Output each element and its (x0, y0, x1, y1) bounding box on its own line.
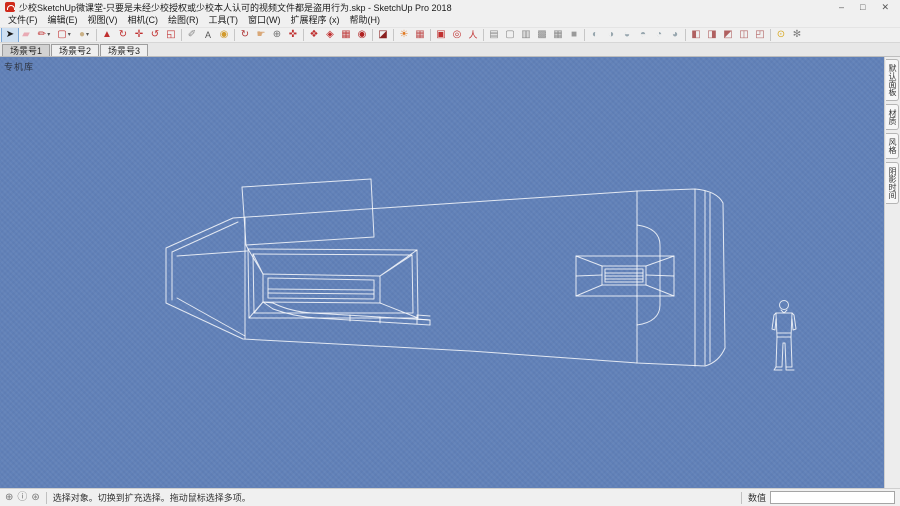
shadows-icon[interactable]: ☀ (396, 28, 412, 42)
share-model-icon[interactable]: ◨ (704, 28, 720, 42)
walk-tool-icon[interactable]: 人 (465, 28, 481, 42)
hangar-opening[interactable] (247, 248, 419, 319)
monochrome-style-icon[interactable]: ■ (566, 28, 582, 42)
menu-item[interactable]: 绘图(R) (163, 14, 204, 27)
close-button[interactable]: ✕ (881, 1, 889, 13)
section-plane-icon[interactable]: ◪ (375, 28, 391, 42)
paint-bucket-tool-icon[interactable]: ◉ (216, 28, 232, 42)
orbit-tool-icon[interactable]: ↻ (237, 28, 253, 42)
toggle-terrain-icon[interactable]: ◑ (603, 28, 619, 42)
make-component-icon[interactable]: ❖ (306, 28, 322, 42)
interact-tool-icon[interactable]: ◉ (354, 28, 370, 42)
sketchup-logo-icon (5, 2, 15, 12)
sketchup-window: 少校SketchUp微课堂-只要是未经少校授权或少校本人认可的视频文件都是盗用行… (0, 0, 900, 506)
status-separator (45, 491, 47, 504)
style-builder-icon[interactable]: ◰ (752, 28, 768, 42)
extension-warehouse-icon[interactable]: ◩ (720, 28, 736, 42)
roof-panel[interactable] (241, 178, 375, 250)
textured-style-icon[interactable]: ▦ (550, 28, 566, 42)
menu-item[interactable]: 窗口(W) (243, 14, 286, 27)
follow-me-tool-icon[interactable]: ↻ (115, 28, 131, 42)
hull-outline[interactable] (165, 188, 726, 367)
shaded-style-icon[interactable]: ▩ (534, 28, 550, 42)
credits-icon[interactable]: ⓘ (17, 490, 27, 506)
status-message: 选择对象。切换到扩充选择。拖动鼠标选择多项。 (52, 493, 251, 503)
scale-tool-icon[interactable]: ◱ (163, 28, 179, 42)
dimension-tool-icon[interactable]: A (200, 28, 216, 42)
move-tool-icon[interactable]: ✛ (131, 28, 147, 42)
panel-tab[interactable]: 默认面板 (886, 59, 899, 101)
title-bar: 少校SketchUp微课堂-只要是未经少校授权或少校本人认可的视频文件都是盗用行… (0, 0, 900, 14)
status-separator (740, 491, 742, 504)
tunnel-opening[interactable] (575, 255, 675, 297)
rotate-tool-icon[interactable]: ↺ (147, 28, 163, 42)
add-location-icon[interactable]: ◐ (587, 28, 603, 42)
window-title: 少校SketchUp微课堂-只要是未经少校授权或少校本人认可的视频文件都是盗用行… (19, 2, 452, 13)
push-pull-tool-icon[interactable]: ▲ (99, 28, 115, 42)
measurements-input[interactable] (770, 491, 895, 504)
photo-textures-icon[interactable]: ◒ (619, 28, 635, 42)
model-viewport[interactable]: 专机库 (0, 57, 884, 488)
layout-icon[interactable]: ◫ (736, 28, 752, 42)
menu-item[interactable]: 帮助(H) (345, 14, 386, 27)
scene-tab[interactable]: 场景号2 (51, 44, 100, 56)
minimize-button[interactable]: – (839, 1, 844, 13)
tape-measure-tool-icon[interactable]: ✐ (184, 28, 200, 42)
toolbar: ➤ ▰ ✏ ▢ ● ▲ ↻ ✛ ↺ ◱ ✐ A ◉ (0, 27, 900, 43)
help-icon[interactable]: ⊛ (31, 490, 39, 506)
select-tool-icon[interactable]: ➤ (1, 28, 19, 42)
menu-item[interactable]: 相机(C) (123, 14, 164, 27)
circle-tool-icon[interactable]: ● (74, 28, 94, 42)
wireframe-style-icon[interactable]: ▢ (502, 28, 518, 42)
menu-bar: 文件(F) 编辑(E) 视图(V) 相机(C) 绘图(R) 工具(T) 窗口(W… (0, 14, 900, 27)
zoom-tool-icon[interactable]: ⊕ (269, 28, 285, 42)
menu-item[interactable]: 扩展程序 (x) (286, 14, 345, 27)
line-tool-icon[interactable]: ✏ (34, 28, 54, 42)
geolocation-icon[interactable]: ⊕ (5, 490, 13, 506)
fog-icon[interactable]: ▦ (412, 28, 428, 42)
look-around-icon[interactable]: ◎ (449, 28, 465, 42)
hidden-line-style-icon[interactable]: ▥ (518, 28, 534, 42)
scene-tab[interactable]: 场景号1 (2, 44, 51, 56)
panel-tab[interactable]: 风格 (886, 133, 899, 159)
wireframe-model[interactable] (0, 57, 884, 488)
preferences-icon[interactable]: ✻ (789, 28, 805, 42)
xray-style-icon[interactable]: ▤ (486, 28, 502, 42)
menu-item[interactable]: 工具(T) (204, 14, 244, 27)
panel-tab-strip: 默认面板 材质 风格 阴影时间 (884, 57, 900, 488)
status-bar: ⊕ ⓘ ⊛ 选择对象。切换到扩充选择。拖动鼠标选择多项。 数值 (0, 488, 900, 506)
scale-figure[interactable] (771, 300, 797, 371)
adv-camera-icon[interactable]: ◔ (651, 28, 667, 42)
pan-tool-icon[interactable]: ☛ (253, 28, 269, 42)
panel-tab[interactable]: 材质 (886, 104, 899, 130)
scene-tab-bar: 场景号1 场景号2 场景号3 (0, 43, 900, 57)
component-options-icon[interactable]: ◈ (322, 28, 338, 42)
menu-item[interactable]: 视图(V) (83, 14, 123, 27)
position-camera-icon[interactable]: ▣ (433, 28, 449, 42)
panel-tab[interactable]: 阴影时间 (886, 162, 899, 204)
menu-item[interactable]: 文件(F) (3, 14, 43, 27)
measurements-label: 数值 (747, 493, 766, 503)
scene-tab[interactable]: 场景号3 (100, 44, 149, 56)
component-attributes-icon[interactable]: ▦ (338, 28, 354, 42)
menu-item[interactable]: 编辑(E) (43, 14, 83, 27)
zoom-extents-tool-icon[interactable]: ✜ (285, 28, 301, 42)
camera-list-icon[interactable]: ◕ (667, 28, 683, 42)
warehouse-icon[interactable]: ◧ (688, 28, 704, 42)
eraser-tool-icon[interactable]: ▰ (18, 28, 34, 42)
shape-tool-icon[interactable]: ▢ (54, 28, 74, 42)
maximize-button[interactable]: □ (860, 1, 865, 13)
globe-icon[interactable]: ◓ (635, 28, 651, 42)
geolocate-icon[interactable]: ⊙ (773, 28, 789, 42)
